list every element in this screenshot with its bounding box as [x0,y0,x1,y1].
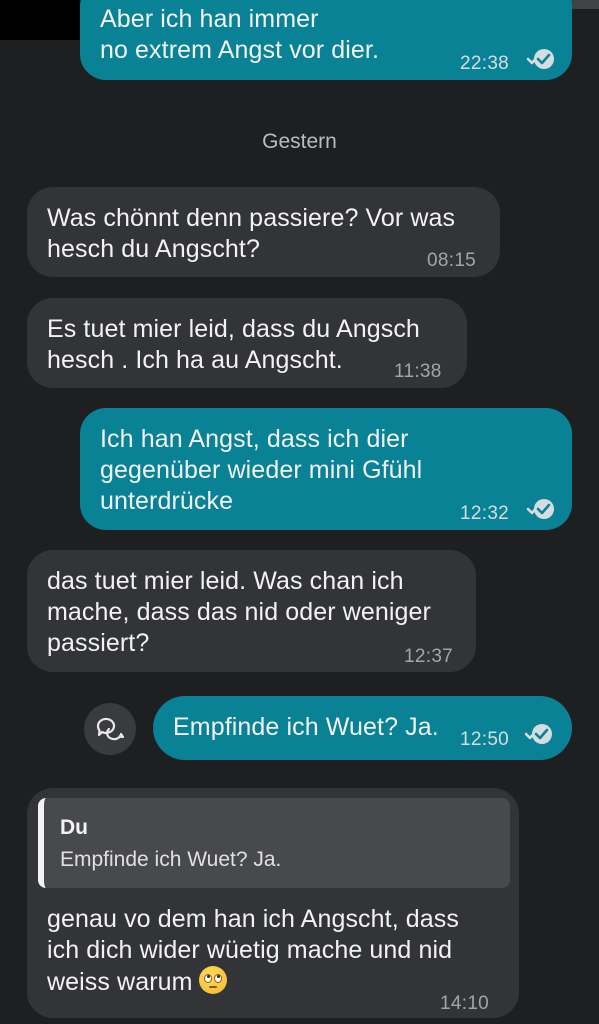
message-time: 11:38 [394,361,442,382]
message-time: 12:32 [460,503,510,524]
message-text: Aber ich han immer no extrem Angst vor d… [100,5,380,64]
message-bubble-incoming[interactable]: Es tuet mier leid, dass du Angsch hesch … [27,298,467,388]
double-check-icon [524,724,552,744]
message-time: 22:38 [460,53,510,74]
message-text: das tuet mier leid. Was chan ich mache, … [47,567,431,657]
quoted-message[interactable]: Du Empfinde ich Wuet? Ja. [38,798,510,888]
chat-bubbles-icon [96,717,125,741]
message-text: Es tuet mier leid, dass du Angsch hesch … [47,315,420,374]
date-separator: Gestern [262,130,337,153]
message-bubble-outgoing[interactable]: Empfinde ich Wuet? Ja. 12:50 [153,696,572,760]
chat-screen: Aber ich han immer no extrem Angst vor d… [0,0,599,1024]
message-time: 12:50 [460,729,510,750]
double-check-icon [526,49,554,69]
message-bubble-incoming[interactable]: Was chönnt denn passiere? Vor was hesch … [27,187,500,277]
message-time: 08:15 [427,250,477,271]
message-text: Was chönnt denn passiere? Vor was hesch … [47,204,456,263]
message-time: 12:37 [404,646,454,667]
face-with-rolling-eyes-emoji [198,966,227,994]
message-bubble-outgoing[interactable]: Aber ich han immer no extrem Angst vor d… [80,0,572,80]
message-text: Ich han Angst, dass ich dier gegenüber w… [100,425,423,515]
message-bubble-incoming[interactable]: das tuet mier leid. Was chan ich mache, … [27,550,476,672]
message-text-content: genau vo dem han ich Angscht, dass ich d… [47,905,460,996]
reply-button[interactable] [84,703,136,755]
message-text: genau vo dem han ich Angscht, dass ich d… [47,904,459,998]
message-text: Empfinde ich Wuet? Ja. [173,713,439,741]
quote-author: Du [60,816,88,839]
double-check-icon [526,499,554,519]
quote-text: Empfinde ich Wuet? Ja. [60,848,282,871]
message-bubble-outgoing[interactable]: Ich han Angst, dass ich dier gegenüber w… [80,408,572,530]
message-time: 14:10 [440,993,490,1014]
